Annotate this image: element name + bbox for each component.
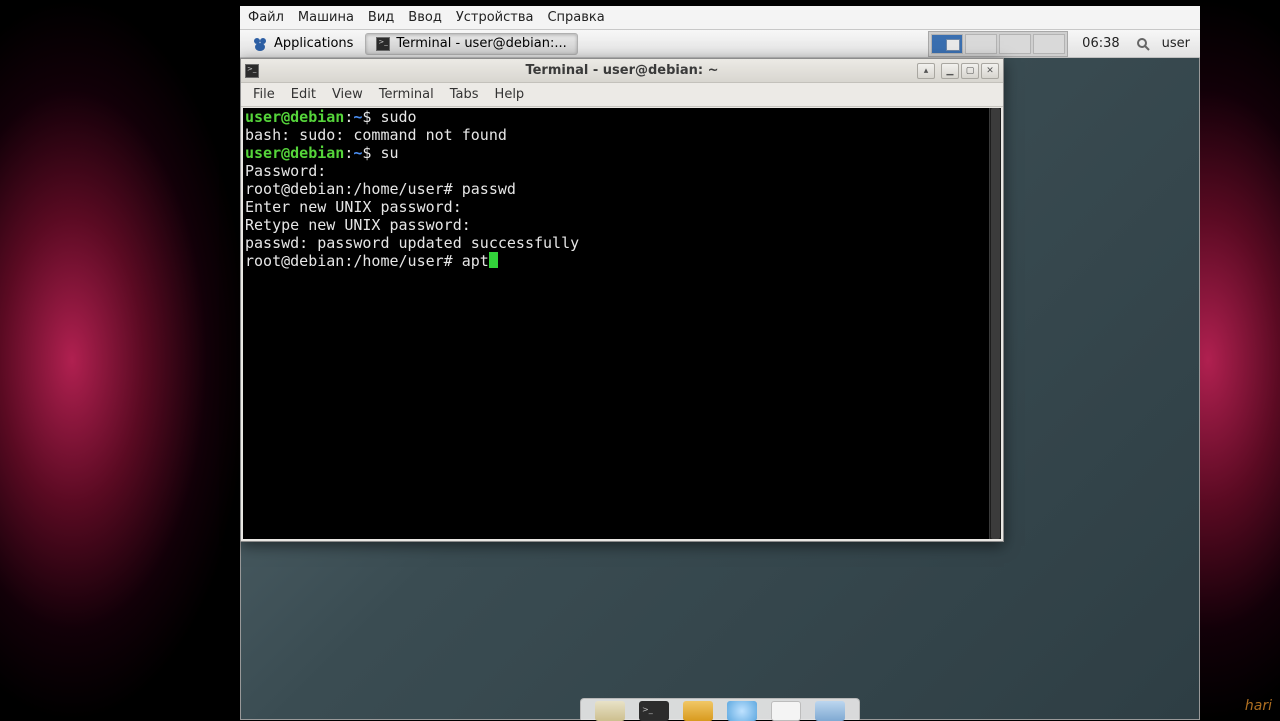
taskbar-button-label: Terminal - user@debian:...	[396, 36, 566, 51]
xfce-logo-icon	[252, 36, 268, 52]
panel-clock[interactable]: 06:38	[1072, 36, 1129, 51]
menu-view[interactable]: View	[332, 87, 363, 102]
search-icon[interactable]	[1134, 35, 1152, 53]
host-menu-view[interactable]: Вид	[368, 10, 394, 25]
terminal-line: Retype new UNIX password:	[245, 216, 999, 234]
host-menubar: Файл Машина Вид Ввод Устройства Справка	[240, 6, 1200, 30]
terminal-line: Password:	[245, 162, 999, 180]
workspace-pager[interactable]	[928, 31, 1068, 57]
terminal-menubar: File Edit View Terminal Tabs Help	[241, 83, 1003, 107]
dock-home-folder[interactable]	[815, 701, 845, 721]
window-title: Terminal - user@debian: ~	[241, 63, 1003, 78]
terminal-line: Enter new UNIX password:	[245, 198, 999, 216]
terminal-output[interactable]: user@debian:~$ sudobash: sudo: command n…	[243, 108, 1001, 539]
workspace-1[interactable]	[931, 34, 963, 54]
host-menu-machine[interactable]: Машина	[298, 10, 354, 25]
menu-terminal[interactable]: Terminal	[379, 87, 434, 102]
xfce-dock	[580, 698, 860, 720]
menu-tabs[interactable]: Tabs	[450, 87, 479, 102]
menu-edit[interactable]: Edit	[291, 87, 316, 102]
window-close-button[interactable]: ✕	[981, 63, 999, 79]
window-app-icon	[245, 64, 259, 78]
window-maximize-button[interactable]: ▢	[961, 63, 979, 79]
panel-user-label[interactable]: user	[1156, 36, 1196, 51]
window-pin-button[interactable]: ▴	[917, 63, 935, 79]
host-background-left	[0, 0, 240, 720]
terminal-scrollbar[interactable]	[989, 108, 1001, 539]
workspace-3[interactable]	[999, 34, 1031, 54]
terminal-cursor	[489, 252, 498, 268]
applications-menu-button[interactable]: Applications	[244, 34, 361, 54]
dock-text-editor[interactable]	[771, 701, 801, 721]
xfce-top-panel: Applications Terminal - user@debian:... …	[240, 30, 1200, 58]
terminal-icon	[376, 37, 390, 51]
taskbar-button-terminal[interactable]: Terminal - user@debian:...	[365, 33, 577, 55]
terminal-line: passwd: password updated successfully	[245, 234, 999, 252]
menu-help[interactable]: Help	[495, 87, 525, 102]
host-menu-file[interactable]: Файл	[248, 10, 284, 25]
menu-file[interactable]: File	[253, 87, 275, 102]
workspace-2[interactable]	[965, 34, 997, 54]
terminal-scrollbar-thumb[interactable]	[991, 108, 1000, 539]
terminal-line: bash: sudo: command not found	[245, 126, 999, 144]
host-menu-help[interactable]: Справка	[547, 10, 604, 25]
dock-package-manager[interactable]	[683, 701, 713, 721]
window-minimize-button[interactable]: ▁	[941, 63, 959, 79]
host-menu-input[interactable]: Ввод	[408, 10, 442, 25]
window-titlebar[interactable]: Terminal - user@debian: ~ ▴ ▁ ▢ ✕	[241, 59, 1003, 83]
dock-file-manager[interactable]	[595, 701, 625, 721]
workspace-4[interactable]	[1033, 34, 1065, 54]
terminal-window: Terminal - user@debian: ~ ▴ ▁ ▢ ✕ File E…	[240, 58, 1004, 542]
terminal-line: user@debian:~$ su	[245, 144, 999, 162]
dock-web-browser[interactable]	[727, 701, 757, 721]
terminal-line: root@debian:/home/user# passwd	[245, 180, 999, 198]
terminal-line: user@debian:~$ sudo	[245, 108, 999, 126]
guest-desktop: Файл Машина Вид Ввод Устройства Справка …	[240, 6, 1200, 720]
terminal-line: root@debian:/home/user# apt	[245, 252, 999, 270]
host-menu-devices[interactable]: Устройства	[456, 10, 534, 25]
dock-terminal[interactable]	[639, 701, 669, 721]
watermark-text: hari	[1245, 698, 1272, 714]
applications-menu-label: Applications	[274, 36, 353, 51]
